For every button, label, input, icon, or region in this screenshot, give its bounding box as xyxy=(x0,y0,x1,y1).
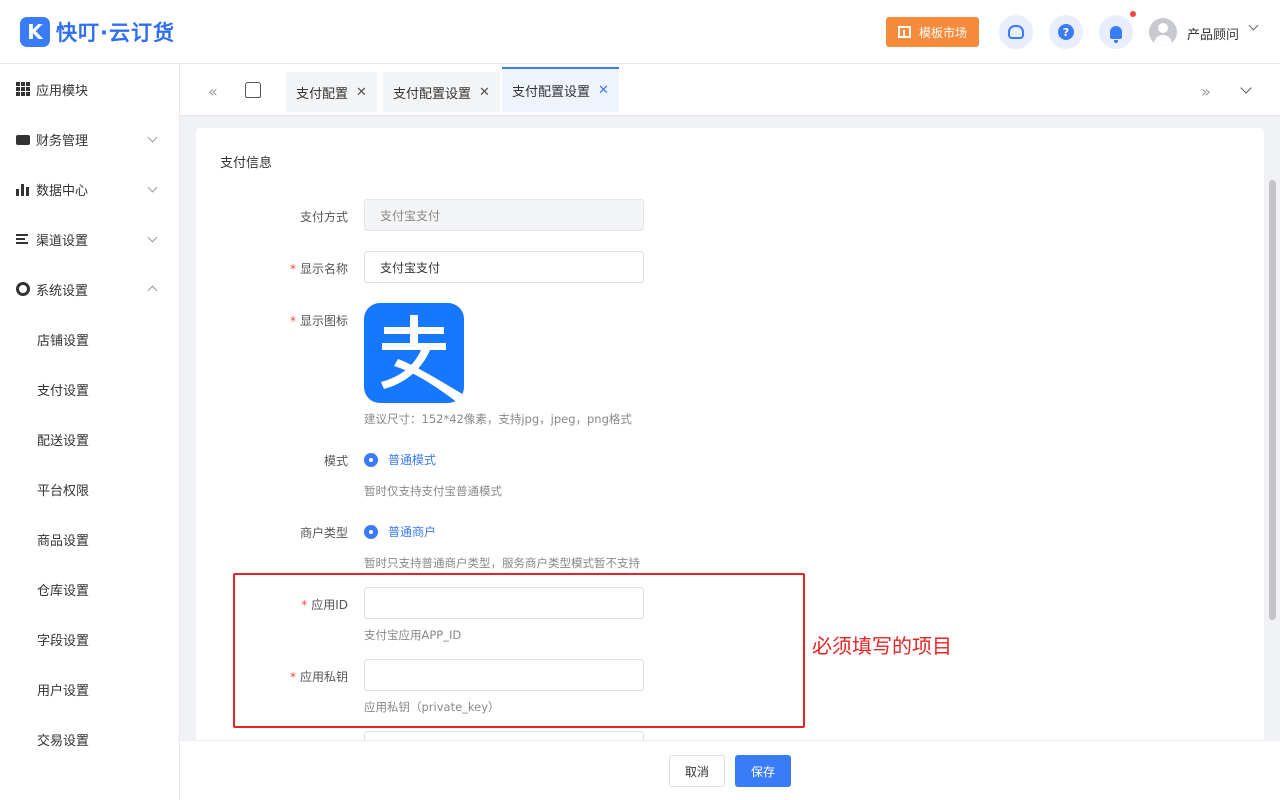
cancel-button[interactable]: 取消 xyxy=(669,755,725,787)
customer-service-button[interactable] xyxy=(999,15,1033,49)
sidebar-subitem-fields[interactable]: 字段设置 xyxy=(37,630,89,649)
logo-mark-icon: K xyxy=(20,17,50,47)
bar-chart-icon xyxy=(16,182,30,196)
scroll-left-icon[interactable]: « xyxy=(208,82,218,101)
tab-payment-config-settings[interactable]: 支付配置设置 ✕ xyxy=(383,72,500,112)
template-icon xyxy=(897,26,911,38)
sidebar-item-finance[interactable]: 财务管理 xyxy=(0,119,179,159)
sidebar-item-label: 应用模块 xyxy=(36,83,89,99)
merchant-type-label: 商户类型 xyxy=(198,524,348,541)
sidebar-subitem-product[interactable]: 商品设置 xyxy=(37,530,89,549)
required-fields-highlight-box xyxy=(233,573,805,728)
pay-method-field: 支付宝支付 xyxy=(364,199,644,231)
save-button[interactable]: 保存 xyxy=(735,755,791,787)
sidebar-item-label: 系统设置 xyxy=(36,283,89,299)
chevron-up-icon xyxy=(147,285,158,296)
notification-button[interactable] xyxy=(1099,15,1133,49)
avatar[interactable] xyxy=(1149,18,1177,46)
home-icon[interactable] xyxy=(245,82,261,98)
display-name-input[interactable]: 支付宝支付 xyxy=(364,251,644,283)
required-mark: * xyxy=(289,262,296,276)
tab-label: 支付配置设置 xyxy=(512,85,591,100)
sidebar-subitem-trade[interactable]: 交易设置 xyxy=(37,730,89,749)
list-icon xyxy=(16,232,30,246)
form-footer xyxy=(180,740,1280,800)
tab-payment-config[interactable]: 支付配置 ✕ xyxy=(286,72,377,112)
sidebar-item-label: 财务管理 xyxy=(36,133,89,149)
close-icon[interactable]: ✕ xyxy=(356,85,367,100)
required-mark: * xyxy=(289,314,296,328)
logo-text: 快叮·云订货 xyxy=(56,21,175,45)
pay-method-label: 支付方式 xyxy=(198,208,348,225)
sidebar-subitem-warehouse[interactable]: 仓库设置 xyxy=(37,580,89,599)
close-icon[interactable]: ✕ xyxy=(598,83,609,98)
radio-checked-icon xyxy=(364,524,378,539)
sidebar-item-channel[interactable]: 渠道设置 xyxy=(0,219,179,259)
pay-method-label-text: 支付方式 xyxy=(299,210,348,224)
sidebar-subitem-payment[interactable]: 支付设置 xyxy=(37,380,89,399)
display-name-label-text: 显示名称 xyxy=(299,262,348,276)
annotation-text: 必须填写的项目 xyxy=(812,634,952,658)
radio-label: 普通商户 xyxy=(388,525,437,539)
sidebar-subitem-store[interactable]: 店铺设置 xyxy=(37,330,89,349)
sidebar-subitem-delivery[interactable]: 配送设置 xyxy=(37,430,89,449)
radio-label: 普通模式 xyxy=(388,453,437,467)
help-icon: ? xyxy=(1058,24,1074,40)
wallet-icon xyxy=(16,135,30,145)
section-title: 支付信息 xyxy=(220,156,273,171)
display-name-label: * 显示名称 xyxy=(198,260,348,277)
bell-icon xyxy=(1110,25,1122,43)
sidebar-item-data-center[interactable]: 数据中心 xyxy=(0,169,179,209)
sidebar-item-label: 渠道设置 xyxy=(36,233,89,249)
template-market-label: 模板市场 xyxy=(918,25,967,40)
notification-badge xyxy=(1130,11,1136,17)
scrollbar[interactable] xyxy=(1269,180,1276,620)
merchant-type-label-text: 商户类型 xyxy=(299,526,348,540)
logo[interactable]: K 快叮·云订货 xyxy=(20,17,175,47)
merchant-type-hint: 暂时只支持普通商户类型，服务商户类型模式暂不支持 xyxy=(364,556,640,570)
display-icon-label-text: 显示图标 xyxy=(299,314,348,328)
alipay-icon[interactable] xyxy=(364,303,464,403)
close-icon[interactable]: ✕ xyxy=(479,85,490,100)
top-header: K 快叮·云订货 模板市场 ? 产品顾问 xyxy=(0,0,1280,64)
scroll-right-icon[interactable]: » xyxy=(1201,82,1211,101)
user-name[interactable]: 产品顾问 xyxy=(1187,24,1239,43)
sidebar-item-label: 数据中心 xyxy=(36,183,89,199)
chevron-down-icon xyxy=(147,132,158,142)
icon-hint: 建议尺寸：152*42像素，支持jpg，jpeg，png格式 xyxy=(364,412,632,426)
mode-hint: 暂时仅支持支付宝普通模式 xyxy=(364,484,502,498)
gear-icon xyxy=(16,282,30,296)
chevron-down-icon[interactable] xyxy=(1248,20,1259,31)
chevron-down-icon xyxy=(147,232,158,242)
tab-label: 支付配置 xyxy=(296,86,349,102)
headset-icon xyxy=(1008,25,1024,39)
grid-icon xyxy=(16,82,30,96)
sidebar-subitem-permission[interactable]: 平台权限 xyxy=(37,480,89,499)
mode-label-text: 模式 xyxy=(323,454,348,468)
mode-label: 模式 xyxy=(198,452,348,469)
chevron-down-icon xyxy=(147,182,158,192)
tab-payment-config-settings-active[interactable]: 支付配置设置 ✕ xyxy=(502,67,619,112)
sidebar-item-apps[interactable]: 应用模块 xyxy=(0,69,179,109)
sidebar: 应用模块 财务管理 数据中心 渠道设置 系统设置 店铺设置 支付设置 配送设置 … xyxy=(0,64,180,800)
sidebar-subitem-users[interactable]: 用户设置 xyxy=(37,680,89,699)
template-market-button[interactable]: 模板市场 xyxy=(886,17,979,47)
mode-radio-normal[interactable]: 普通模式 xyxy=(364,451,436,468)
radio-checked-icon xyxy=(364,452,378,467)
display-icon-label: * 显示图标 xyxy=(198,312,348,329)
help-button[interactable]: ? xyxy=(1049,15,1083,49)
tab-label: 支付配置设置 xyxy=(393,86,472,102)
sidebar-item-system[interactable]: 系统设置 xyxy=(0,269,179,309)
merchant-type-radio-normal[interactable]: 普通商户 xyxy=(364,523,436,540)
